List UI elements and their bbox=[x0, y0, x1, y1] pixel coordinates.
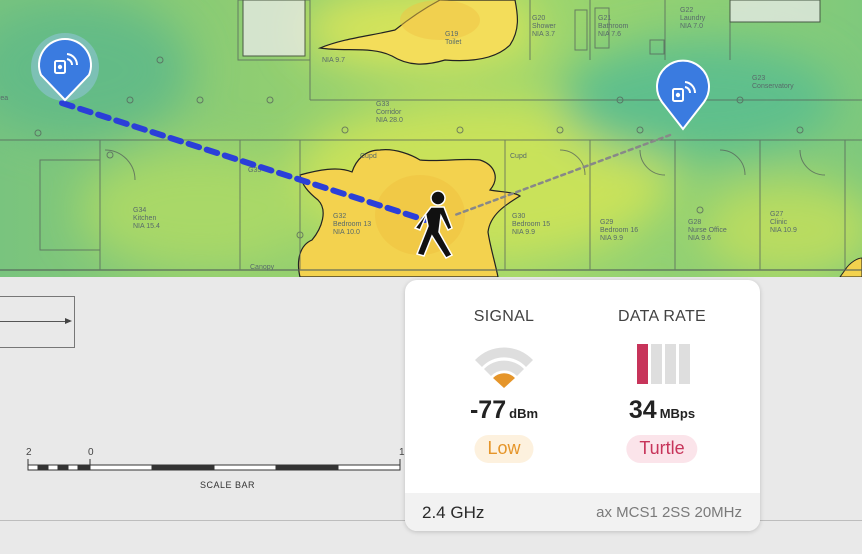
room-label: NIA 28.0 bbox=[376, 117, 403, 124]
room-label: G20 bbox=[532, 15, 545, 22]
room-label: NIA 9.9 bbox=[512, 229, 535, 236]
room-label: Clinic bbox=[770, 219, 788, 226]
room-label: Kitchen bbox=[133, 215, 156, 222]
room-label: G28 bbox=[688, 219, 701, 226]
room-label: rea bbox=[0, 95, 8, 102]
room-label: Bathroom bbox=[598, 23, 629, 30]
room-label: Cupd bbox=[510, 153, 527, 160]
room-label: G32 bbox=[333, 213, 346, 220]
room-label: G22 bbox=[680, 7, 693, 14]
room-label: NIA 9.7 bbox=[322, 57, 345, 64]
frequency-band: 2.4 GHz bbox=[422, 503, 485, 522]
room-label: NIA 9.9 bbox=[600, 235, 623, 242]
room-label: G29 bbox=[600, 219, 613, 226]
room-label: G21 bbox=[598, 15, 611, 22]
room-label: Laundry bbox=[680, 15, 706, 22]
wifi-signal-icon bbox=[475, 347, 533, 388]
room-label: G23 bbox=[752, 75, 765, 82]
room-label: G34 bbox=[133, 207, 146, 214]
rate-bar bbox=[637, 344, 648, 384]
room-label: Bedroom 13 bbox=[333, 221, 371, 228]
room-label: NIA 9.6 bbox=[688, 235, 711, 242]
data-rate-bars-icon bbox=[637, 344, 690, 384]
signal-dbm-value: -77 bbox=[469, 396, 507, 424]
rate-bar bbox=[651, 344, 662, 384]
data-rate-value: 34 MBps bbox=[577, 396, 747, 425]
data-rate-unit: MBps bbox=[659, 406, 696, 421]
data-rate-number: 34 bbox=[628, 396, 657, 424]
signal-info-card: SIGNAL -77 dBm Low DATA RATE 34 MBps Turtl… bbox=[405, 280, 760, 531]
data-rate-quality-badge: Turtle bbox=[626, 435, 698, 463]
room-label: Cupd bbox=[360, 153, 377, 160]
room-label: Canopy bbox=[250, 264, 275, 271]
room-label: Bedroom 15 bbox=[512, 221, 550, 228]
room-label: G27 bbox=[770, 211, 783, 218]
room-label: NIA 7.0 bbox=[680, 23, 703, 30]
room-label: Corridor bbox=[376, 109, 402, 116]
scale-bar: 2 0 1 SCALE BAR bbox=[20, 443, 410, 493]
room-label: NIA 10.0 bbox=[333, 229, 360, 236]
room-label: NIA 3.7 bbox=[532, 31, 555, 38]
access-point-connected[interactable] bbox=[31, 33, 99, 102]
data-rate-title: DATA RATE bbox=[617, 308, 707, 325]
room-label: NIA 10.9 bbox=[770, 227, 797, 234]
mcs-info: ax MCS1 2SS 20MHz bbox=[596, 504, 742, 521]
room-label: NIA 15.4 bbox=[133, 223, 160, 230]
plan-outline bbox=[0, 296, 75, 348]
room-label: G33 bbox=[376, 101, 389, 108]
room-label: Conservatory bbox=[752, 83, 794, 90]
room-label: Toilet bbox=[445, 39, 461, 46]
plan-arrow bbox=[0, 318, 72, 324]
signal-quality-badge: Low bbox=[474, 435, 534, 463]
signal-title: SIGNAL bbox=[473, 308, 535, 325]
room-label: Shower bbox=[532, 23, 556, 30]
room-label: G19 bbox=[445, 31, 458, 38]
signal-unit: dBm bbox=[509, 406, 539, 421]
room-label: Bedroom 16 bbox=[600, 227, 638, 234]
signal-value: -77 dBm bbox=[419, 396, 589, 425]
room-label: G30 bbox=[512, 213, 525, 220]
scale-bar-label: SCALE BAR bbox=[200, 480, 256, 490]
heatmap-floor-plan[interactable]: G20 Shower NIA 3.7 G21 Bathroom NIA 7.6 G22 Lau… bbox=[0, 0, 862, 277]
room-label: NIA 7.6 bbox=[598, 31, 621, 38]
rate-bar bbox=[665, 344, 676, 384]
room-label: Nurse Office bbox=[688, 227, 727, 234]
card-footer: 2.4 GHz ax MCS1 2SS 20MHz bbox=[405, 493, 760, 531]
rate-bar bbox=[679, 344, 690, 384]
